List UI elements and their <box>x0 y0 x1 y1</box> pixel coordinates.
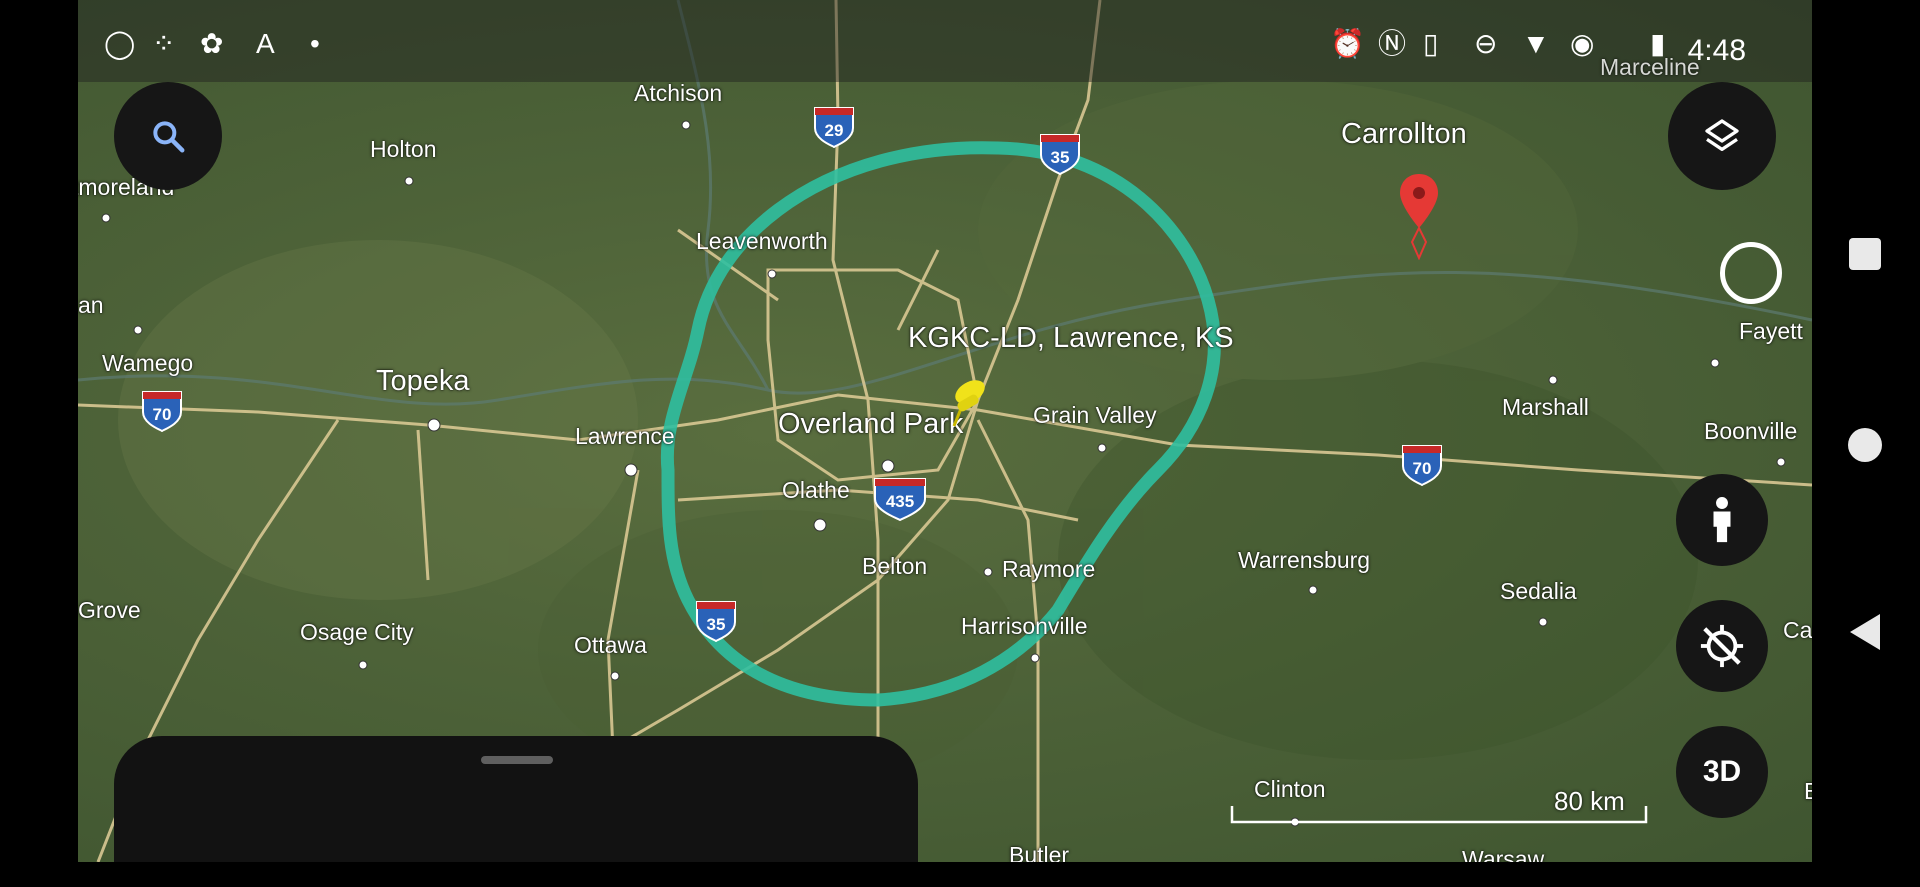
alarm-icon: ⏰ <box>1330 28 1365 59</box>
interstate-shield-icon: 70 <box>1402 445 1442 486</box>
place-label: Harrisonville <box>961 613 1088 639</box>
place-label: Overland Park <box>778 408 964 440</box>
font-app-icon: A <box>256 28 275 59</box>
place-label: Warsaw <box>1462 846 1545 862</box>
flower-app-icon: ✿ <box>200 28 224 59</box>
place-label: Boonville <box>1704 418 1798 444</box>
wifi-icon: ▼ <box>1522 28 1550 59</box>
layers-icon <box>1705 119 1739 151</box>
place-label: Sedalia <box>1500 578 1577 604</box>
search-icon <box>153 121 185 153</box>
place-label: Clinton <box>1254 776 1326 802</box>
dnd-icon: ⊖ <box>1474 28 1498 59</box>
interstate-shield-icon: 70 <box>142 391 182 432</box>
place-label: Marceline <box>1600 54 1700 80</box>
location-marker-icon[interactable] <box>1396 170 1442 260</box>
vibrate-icon: ▯ <box>1423 28 1439 59</box>
place-label: Ottawa <box>574 632 647 658</box>
place-label: E <box>1804 778 1812 804</box>
interstate-shield-icon: 29 <box>814 107 854 148</box>
place-label: Holton <box>370 136 437 162</box>
place-label: an <box>78 292 104 318</box>
view-3d-button[interactable]: 3D <box>1676 726 1768 818</box>
shield-number: 29 <box>825 121 844 140</box>
shield-number: 35 <box>1051 148 1070 167</box>
street-view-button[interactable] <box>1676 474 1768 566</box>
place-label: Butler <box>1009 842 1070 862</box>
place-label: Atchison <box>634 80 723 106</box>
interstate-shield-icon: 35 <box>1040 134 1080 175</box>
scale-label: 80 km <box>1554 786 1625 816</box>
search-button[interactable] <box>114 82 222 190</box>
status-bar <box>78 0 1812 82</box>
placemark-label[interactable]: KGKC-LD, Lawrence, KS <box>908 322 1234 355</box>
dots-app-icon: ⁘ <box>152 28 176 59</box>
place-label: Topeka <box>376 365 470 397</box>
shield-number: 70 <box>1413 459 1432 478</box>
map-view[interactable]: ◯ ⁘ ✿ A • ⏰ Ⓝ ▯ ⊖ ▼ ◉ ▮ 4:48 Marceline A… <box>78 0 1812 862</box>
pushpin-icon[interactable] <box>940 370 988 430</box>
more-notifications-icon: • <box>310 28 320 59</box>
shield-number: 70 <box>153 405 172 424</box>
home-circle-icon[interactable] <box>1848 428 1882 462</box>
interstate-shield-icon: 35 <box>696 601 736 642</box>
place-label: Marshall <box>1502 394 1589 420</box>
layers-button[interactable] <box>1668 82 1776 190</box>
interstate-shield-icon: 435 <box>874 478 926 521</box>
place-label: Fayett <box>1739 318 1803 344</box>
compass-ring-icon[interactable] <box>1720 242 1782 304</box>
place-label: Ca <box>1783 617 1812 643</box>
sheet-drag-handle[interactable] <box>481 756 553 764</box>
my-location-button[interactable] <box>1676 600 1768 692</box>
nfc-icon: Ⓝ <box>1378 28 1407 59</box>
back-triangle-icon[interactable] <box>1848 612 1882 652</box>
earth-app-icon: ◯ <box>104 28 136 59</box>
bottom-sheet[interactable] <box>114 736 918 862</box>
location-disabled-icon <box>1700 624 1744 668</box>
place-label: Osage City <box>300 619 414 645</box>
place-label: Carrollton <box>1341 118 1467 150</box>
shield-number: 35 <box>707 615 726 634</box>
place-label: Grain Valley <box>1033 402 1157 428</box>
shield-number: 435 <box>886 492 914 511</box>
place-label: Lawrence <box>575 423 675 449</box>
place-label: Warrensburg <box>1238 547 1371 573</box>
place-label: Leavenworth <box>696 228 828 254</box>
recents-square-icon[interactable] <box>1849 238 1881 270</box>
hotspot-icon: ◉ <box>1570 28 1595 59</box>
pegman-icon <box>1713 497 1731 543</box>
place-label: Grove <box>78 597 141 623</box>
place-label: Olathe <box>782 477 850 503</box>
place-label: Raymore <box>1002 556 1096 582</box>
place-label: Belton <box>862 553 928 579</box>
place-label: Wamego <box>102 350 194 376</box>
